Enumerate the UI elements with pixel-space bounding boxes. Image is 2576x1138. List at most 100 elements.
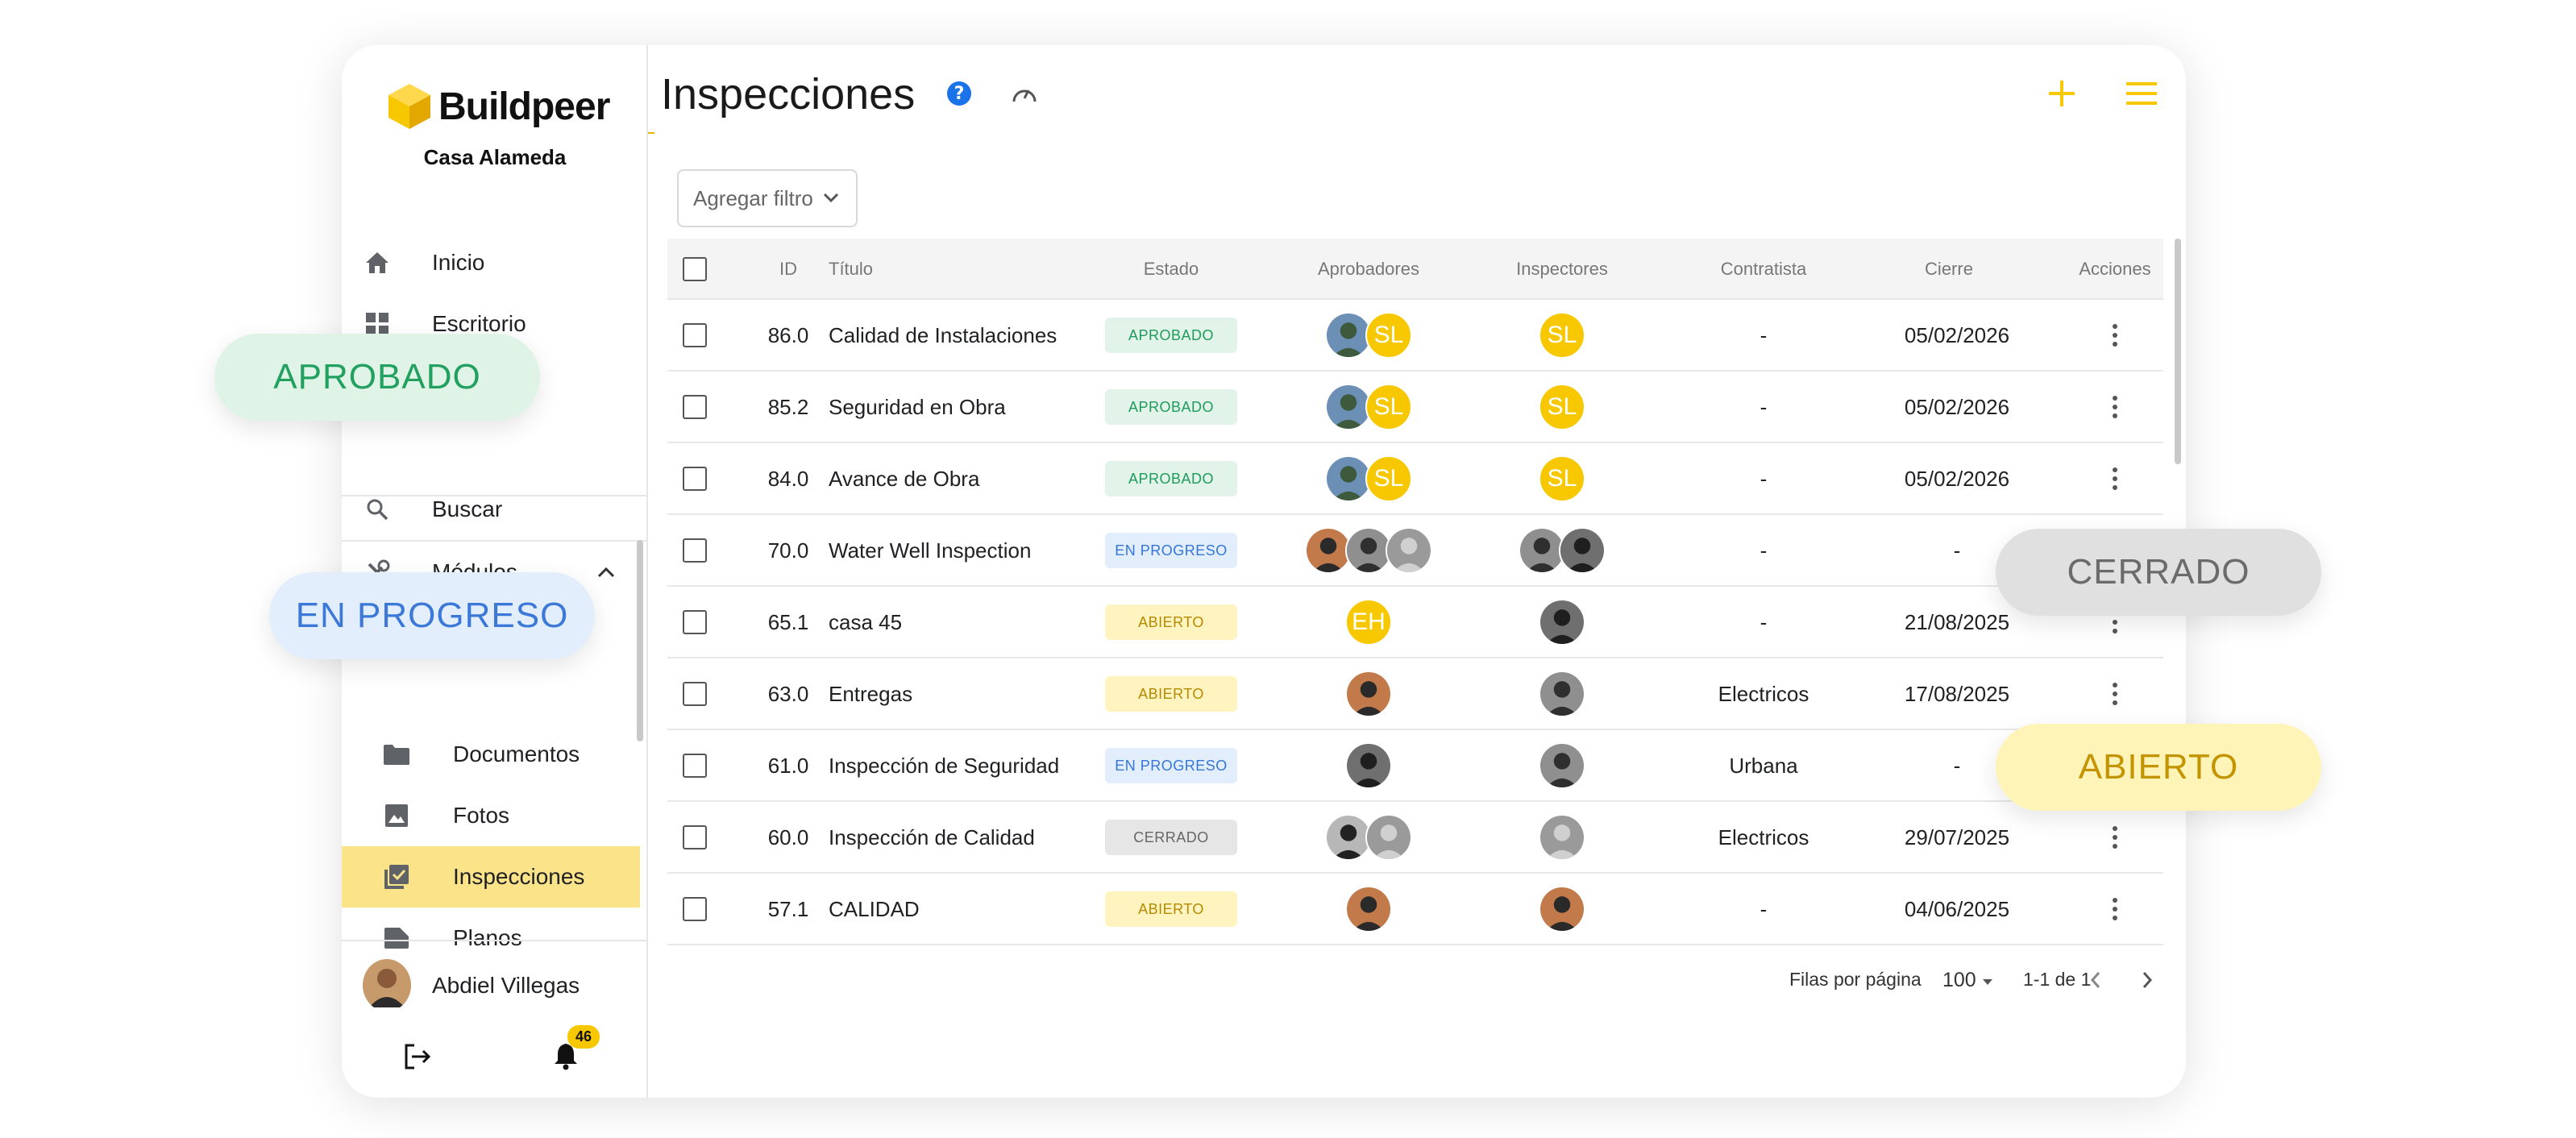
more-vert-icon[interactable] — [2113, 683, 2117, 705]
column-contractor[interactable]: Contratista — [1683, 239, 1844, 300]
more-vert-icon[interactable] — [2113, 324, 2117, 347]
caret-down-icon — [1982, 979, 1992, 985]
table-row[interactable]: 60.0 Inspección de Calidad CERRADO Elect… — [667, 802, 2163, 874]
row-select-cell — [680, 730, 709, 801]
row-title[interactable]: Calidad de Instalaciones — [829, 300, 1119, 371]
avatar[interactable] — [1539, 671, 1585, 717]
avatar[interactable] — [1539, 742, 1585, 789]
column-inspectors[interactable]: Inspectores — [1481, 239, 1643, 300]
column-status[interactable]: Estado — [1103, 239, 1240, 300]
rows-per-page-label: Filas por página — [1789, 969, 1922, 990]
select-all-checkbox[interactable] — [683, 257, 707, 281]
app-window: Buildpeer Casa Alameda Inicio Escritorio — [342, 45, 2186, 1098]
gauge-icon[interactable] — [1011, 81, 1038, 105]
more-vert-icon[interactable] — [2113, 826, 2117, 849]
row-contractor: Electricos — [1718, 824, 1809, 849]
row-title[interactable]: Water Well Inspection — [829, 515, 1119, 586]
prev-page-icon[interactable] — [2088, 970, 2104, 990]
table-row[interactable]: 65.1 casa 45 ABIERTO EH - 21/08/2025 — [667, 587, 2163, 658]
row-title[interactable]: Inspección de Seguridad — [829, 730, 1119, 801]
row-title[interactable]: Seguridad en Obra — [829, 372, 1119, 442]
help-icon[interactable]: ? — [946, 81, 972, 106]
avatar[interactable] — [1345, 886, 1392, 932]
row-contractor: - — [1760, 394, 1768, 419]
sidebar-item-fotos[interactable]: Fotos — [342, 785, 648, 846]
row-title[interactable]: CALIDAD — [829, 874, 1119, 945]
table-row[interactable]: 85.2 Seguridad en Obra APROBADO SL SL - … — [667, 372, 2163, 443]
folder-icon — [382, 740, 411, 769]
row-select-cell — [680, 300, 709, 371]
avatar[interactable] — [1345, 671, 1392, 717]
avatar[interactable] — [1386, 527, 1432, 574]
row-id: 63.0 — [767, 681, 809, 706]
svg-text:?: ? — [954, 84, 965, 104]
rows-per-page-select[interactable]: 100 — [1942, 969, 1993, 992]
table-row[interactable]: 86.0 Calidad de Instalaciones APROBADO S… — [667, 300, 2163, 372]
row-contractor: - — [1760, 538, 1768, 563]
sidebar-item-documentos[interactable]: Documentos — [342, 724, 648, 785]
column-title[interactable]: Título — [829, 239, 1006, 300]
row-checkbox[interactable] — [683, 610, 707, 634]
avatar-initials[interactable]: SL — [1365, 455, 1412, 502]
avatar-initials[interactable]: EH — [1345, 599, 1392, 646]
row-title[interactable]: Avance de Obra — [829, 443, 1119, 514]
row-close-date: 05/02/2026 — [1904, 394, 2010, 419]
logo[interactable]: Buildpeer — [387, 82, 610, 131]
column-approvers[interactable]: Aprobadores — [1288, 239, 1449, 300]
row-checkbox[interactable] — [683, 395, 707, 419]
avatar[interactable] — [1539, 886, 1585, 932]
row-status-cell: CERRADO — [1103, 802, 1240, 873]
row-checkbox[interactable] — [683, 754, 707, 778]
menu-icon[interactable] — [2125, 81, 2158, 106]
row-actions-cell — [2070, 443, 2160, 514]
avatar — [363, 959, 411, 1011]
table-row[interactable]: 84.0 Avance de Obra APROBADO SL SL - 05/… — [667, 443, 2163, 515]
table-row[interactable]: 61.0 Inspección de Seguridad EN PROGRESO… — [667, 730, 2163, 802]
row-title[interactable]: Entregas — [829, 658, 1119, 729]
add-icon[interactable] — [2046, 77, 2078, 110]
column-id[interactable]: ID — [754, 239, 822, 300]
row-title[interactable]: Inspección de Calidad — [829, 802, 1119, 873]
row-checkbox[interactable] — [683, 323, 707, 347]
add-filter-button[interactable]: Agregar filtro — [677, 169, 858, 227]
table-row[interactable]: 70.0 Water Well Inspection EN PROGRESO -… — [667, 515, 2163, 587]
column-actions: Acciones — [2079, 259, 2151, 279]
row-checkbox[interactable] — [683, 825, 707, 849]
table-row[interactable]: 63.0 Entregas ABIERTO Electricos 17/08/2… — [667, 658, 2163, 730]
avatar-initials[interactable]: SL — [1539, 455, 1585, 502]
avatar-initials[interactable]: SL — [1365, 312, 1412, 359]
row-status-cell: APROBADO — [1103, 300, 1240, 371]
avatar-initials[interactable]: SL — [1539, 384, 1585, 430]
row-checkbox[interactable] — [683, 467, 707, 491]
logo-cube-icon — [388, 84, 430, 129]
row-select-cell — [680, 515, 709, 586]
sidebar-item-inspecciones[interactable]: Inspecciones — [342, 846, 640, 907]
more-vert-icon[interactable] — [2113, 898, 2117, 920]
avatar[interactable] — [1345, 742, 1392, 789]
more-vert-icon[interactable] — [2113, 396, 2117, 418]
avatar-initials[interactable]: SL — [1539, 312, 1585, 359]
row-id: 60.0 — [767, 824, 809, 849]
avatar-initials[interactable]: SL — [1365, 384, 1412, 430]
table-scrollbar[interactable] — [2175, 239, 2181, 464]
avatar[interactable] — [1539, 814, 1585, 861]
table-row[interactable]: 57.1 CALIDAD ABIERTO - 04/06/2025 — [667, 874, 2163, 945]
more-vert-icon[interactable] — [2113, 467, 2117, 490]
sidebar-item-inicio[interactable]: Inicio — [342, 232, 648, 293]
image-icon — [382, 801, 411, 830]
next-page-icon[interactable] — [2139, 970, 2155, 990]
column-close-date[interactable]: Cierre — [1893, 239, 2005, 300]
row-checkbox[interactable] — [683, 897, 707, 921]
user-profile[interactable]: Abdiel Villegas — [363, 959, 580, 1011]
avatar[interactable] — [1559, 527, 1606, 574]
sidebar-scrollbar[interactable] — [637, 540, 643, 741]
sidebar-item-buscar[interactable]: Buscar — [342, 479, 648, 540]
status-badge: APROBADO — [1105, 318, 1237, 353]
sidebar-item-label: Planos — [453, 925, 522, 950]
avatar[interactable] — [1539, 599, 1585, 646]
logout-icon[interactable] — [403, 1043, 432, 1070]
row-checkbox[interactable] — [683, 682, 707, 706]
row-title[interactable]: casa 45 — [829, 587, 1119, 658]
row-checkbox[interactable] — [683, 538, 707, 563]
avatar[interactable] — [1365, 814, 1412, 861]
